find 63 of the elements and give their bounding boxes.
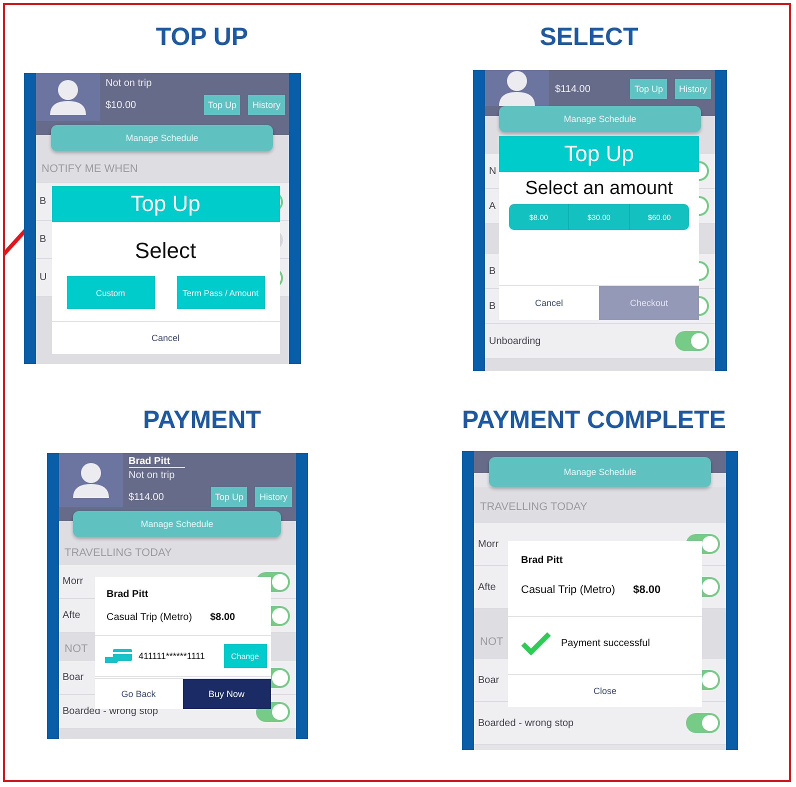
manage-schedule-button[interactable]: Manage Schedule xyxy=(489,457,711,487)
manage-schedule-button[interactable]: Manage Schedule xyxy=(50,125,274,151)
dialog-prompt: Select an amount xyxy=(525,178,673,200)
person-silhouette-icon xyxy=(70,462,110,498)
profile-name: Brad Pitt xyxy=(128,456,184,468)
trip-type: Casual Trip (Metro) xyxy=(521,584,616,596)
section-heading: PAYMENT COMPLETE xyxy=(462,406,726,436)
dialog-title: Top Up xyxy=(499,136,699,172)
close-button[interactable]: Close xyxy=(587,685,622,697)
success-message: Payment successful xyxy=(561,638,650,648)
setting-label: Afte xyxy=(62,610,80,621)
toggle-switch[interactable] xyxy=(675,331,709,351)
header-button[interactable]: History xyxy=(255,487,292,507)
section-heading: TOP UP xyxy=(156,23,248,53)
change-button[interactable]: Change xyxy=(224,644,266,668)
cancel-button[interactable]: Cancel xyxy=(145,332,186,344)
setting-label: U xyxy=(40,272,47,283)
customer-name: Brad Pitt xyxy=(520,554,564,566)
setting-label: Unboarding xyxy=(489,336,541,346)
balance-amount: $10.00 xyxy=(106,100,138,110)
setting-label: B xyxy=(489,266,496,276)
setting-label: Boarded - wrong stop xyxy=(478,718,574,728)
trip-type: Casual Trip (Metro) xyxy=(106,612,192,623)
setting-label: Afte xyxy=(478,582,496,592)
setting-label: B xyxy=(40,196,46,207)
person-silhouette-icon xyxy=(48,79,88,115)
checkmark-icon xyxy=(521,631,551,655)
trip-status: Not on trip xyxy=(106,78,153,89)
toggle-switch[interactable] xyxy=(686,713,720,733)
setting-label: Morr xyxy=(478,538,499,550)
setting-label: Boar xyxy=(62,672,84,683)
card-number: 411111******1111 xyxy=(138,651,206,661)
balance-amount: $114.00 xyxy=(128,492,165,502)
setting-label: Boar xyxy=(478,674,500,686)
customer-name: Brad Pitt xyxy=(106,588,150,600)
balance-amount: $114.00 xyxy=(555,84,592,94)
setting-label: A xyxy=(489,200,496,212)
dialog-prompt: Select xyxy=(134,238,196,264)
option-button[interactable]: Term Pass / Amount xyxy=(176,276,264,309)
buy-now-button[interactable]: Buy Now xyxy=(182,679,270,709)
header-button[interactable]: History xyxy=(674,79,711,99)
setting-label: B xyxy=(489,300,496,312)
trip-status: Not on trip xyxy=(128,470,176,481)
manage-schedule-button[interactable]: Manage Schedule xyxy=(498,106,702,132)
section-heading: SELECT xyxy=(540,23,638,53)
section-heading: PAYMENT xyxy=(142,406,262,436)
trip-price: $8.00 xyxy=(633,584,661,596)
setting-label: N xyxy=(489,166,496,176)
manage-schedule-button[interactable]: Manage Schedule xyxy=(72,511,282,537)
header-button[interactable]: Top Up xyxy=(210,487,248,507)
header-button[interactable]: Top Up xyxy=(630,79,667,99)
header-button[interactable]: Top Up xyxy=(204,95,240,115)
trip-price: $8.00 xyxy=(210,612,236,623)
section-title: TRAVELLING TODAY xyxy=(474,487,726,523)
header-button[interactable]: History xyxy=(248,95,284,115)
setting-label: Morr xyxy=(62,576,84,587)
setting-label: B xyxy=(40,234,46,245)
go-back-button[interactable]: Go Back xyxy=(94,679,182,709)
card-in-hand-icon xyxy=(104,648,132,664)
person-silhouette-icon xyxy=(497,70,537,106)
cancel-button[interactable]: Cancel xyxy=(499,286,599,320)
dialog-title: Top Up xyxy=(52,186,280,222)
option-button[interactable]: Custom xyxy=(66,276,154,309)
